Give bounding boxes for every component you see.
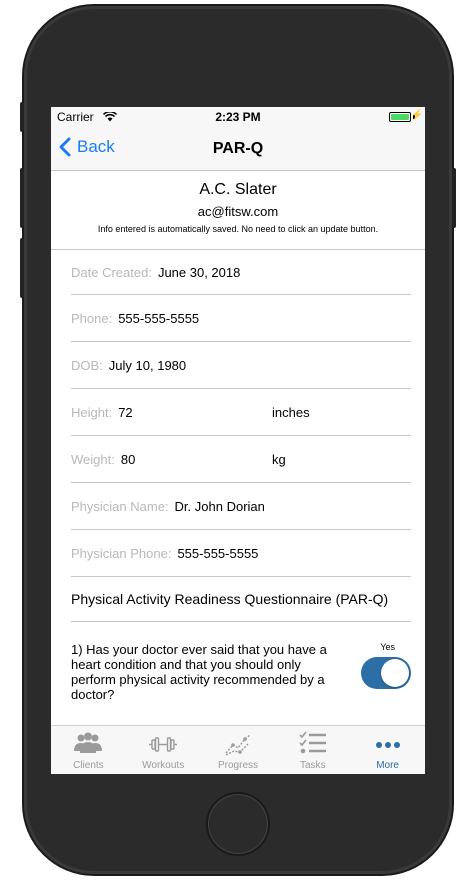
- date-created-row[interactable]: Date Created: June 30, 2018: [71, 250, 411, 295]
- tab-label: Progress: [217, 760, 258, 771]
- power-button: [452, 168, 456, 228]
- physician-phone-row[interactable]: Physician Phone: 555-555-5555: [71, 530, 411, 577]
- client-email: ac@fitsw.com: [197, 204, 279, 219]
- parq-form: Date Created: June 30, 2018 Phone: 555-5…: [51, 250, 425, 722]
- mute-switch: [20, 102, 24, 132]
- weight-unit: kg: [272, 451, 286, 467]
- phone-row[interactable]: Phone: 555-555-5555: [71, 295, 411, 342]
- weight-label: Weight:: [71, 451, 115, 467]
- toggle-label: Yes: [380, 642, 395, 652]
- client-header: A.C. Slater ac@fitsw.com Info entered is…: [51, 171, 425, 250]
- tab-progress[interactable]: Progress: [201, 726, 276, 774]
- tab-workouts[interactable]: Workouts: [126, 726, 201, 774]
- status-bar: Carrier 2:23 PM ⚡: [51, 107, 425, 127]
- tab-label: Tasks: [300, 760, 326, 771]
- clients-icon: [74, 732, 103, 753]
- volume-up-button: [20, 168, 24, 228]
- tab-label: Workouts: [142, 760, 185, 771]
- tab-bar: Clients Workouts Progress Tasks More: [51, 725, 425, 774]
- home-button[interactable]: [206, 792, 270, 856]
- progress-chart-icon: [225, 734, 251, 756]
- tab-tasks[interactable]: Tasks: [275, 726, 350, 774]
- physician-name-row[interactable]: Physician Name: Dr. John Dorian: [71, 483, 411, 530]
- physician-name-field[interactable]: Dr. John Dorian: [175, 499, 265, 514]
- dob-row[interactable]: DOB: July 10, 1980: [71, 342, 411, 389]
- tab-more[interactable]: More: [350, 726, 425, 774]
- tab-clients[interactable]: Clients: [51, 726, 126, 774]
- physician-phone-label: Physician Phone:: [71, 545, 172, 561]
- screen: Carrier 2:23 PM ⚡ Back PAR-Q A.C. Slater…: [51, 107, 425, 774]
- page-title: PAR-Q: [212, 140, 264, 157]
- weight-row[interactable]: Weight: 80 kg: [71, 436, 411, 483]
- dumbbell-icon: [149, 737, 178, 752]
- client-name: A.C. Slater: [199, 181, 277, 198]
- autosave-note: Info entered is automatically saved. No …: [97, 224, 379, 234]
- questionnaire-title: Physical Activity Readiness Questionnair…: [71, 577, 411, 622]
- question-item: 1) Has your doctor ever said that you ha…: [71, 622, 411, 722]
- height-unit: inches: [272, 404, 310, 420]
- date-created-value[interactable]: June 30, 2018: [158, 265, 240, 280]
- weight-field[interactable]: 80: [121, 452, 135, 467]
- charging-icon: ⚡: [410, 110, 423, 121]
- dob-field[interactable]: July 10, 1980: [109, 358, 186, 373]
- question-text: 1) Has your doctor ever said that you ha…: [71, 642, 327, 702]
- height-row[interactable]: Height: 72 inches: [71, 389, 411, 436]
- physician-name-label: Physician Name:: [71, 498, 169, 514]
- dob-label: DOB:: [71, 357, 103, 373]
- date-created-label: Date Created:: [71, 264, 152, 280]
- battery-icon: [389, 112, 411, 122]
- status-time: 2:23 PM: [215, 110, 261, 124]
- physician-phone-field[interactable]: 555-555-5555: [177, 546, 258, 561]
- volume-down-button: [20, 238, 24, 298]
- tab-label: Clients: [73, 760, 104, 771]
- height-label: Height:: [71, 404, 113, 420]
- phone-field[interactable]: 555-555-5555: [118, 311, 199, 326]
- checklist-icon: [299, 731, 326, 754]
- height-field[interactable]: 72: [118, 405, 132, 420]
- navigation-bar: Back PAR-Q: [51, 127, 425, 171]
- tab-label: More: [376, 760, 399, 771]
- yes-toggle[interactable]: [361, 657, 411, 689]
- phone-label: Phone:: [71, 310, 113, 326]
- more-dots-icon: [375, 742, 400, 748]
- toggle-knob: [381, 659, 409, 687]
